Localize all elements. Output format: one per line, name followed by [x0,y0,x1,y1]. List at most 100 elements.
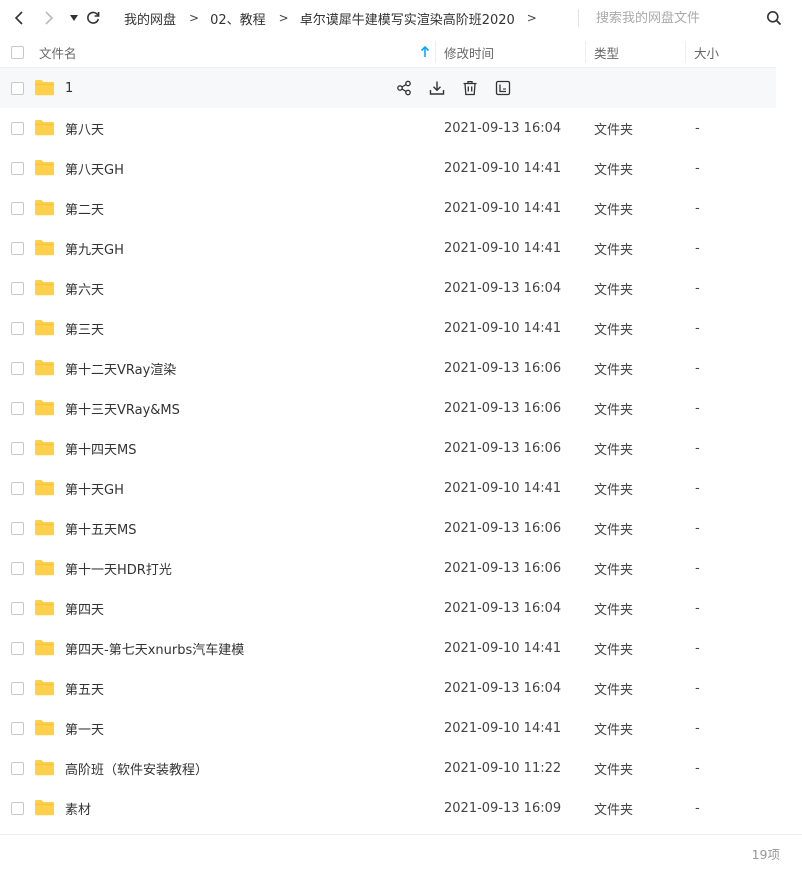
modified-time: 2021-09-10 14:41 [444,640,562,656]
file-row[interactable]: 第六天 2021-09-13 16:04 文件夹 - [0,268,776,308]
row-checkbox[interactable] [11,362,24,375]
folder-icon [35,800,54,816]
file-name[interactable]: 第六天 [65,268,104,308]
file-row[interactable]: 1 [0,68,776,108]
file-name[interactable]: 第九天GH [65,228,124,268]
file-name[interactable]: 第八天GH [65,148,124,188]
file-row[interactable]: 第八天GH 2021-09-10 14:41 文件夹 - [0,148,776,188]
breadcrumb-item-root[interactable]: 我的网盘 [124,9,176,28]
column-divider[interactable] [685,41,686,63]
file-row[interactable]: 第五天 2021-09-13 16:04 文件夹 - [0,668,776,708]
file-name[interactable]: 第八天 [65,108,104,148]
row-checkbox[interactable] [11,162,24,175]
file-row[interactable]: 第八天 2021-09-13 16:04 文件夹 - [0,108,776,148]
file-row[interactable]: 第二天 2021-09-10 14:41 文件夹 - [0,188,776,228]
file-name[interactable]: 第十二天VRay渲染 [65,348,176,388]
file-row[interactable]: 第十三天VRay&MS 2021-09-13 16:06 文件夹 - [0,388,776,428]
row-checkbox[interactable] [11,402,24,415]
row-checkbox[interactable] [11,802,24,815]
row-checkbox[interactable] [11,442,24,455]
file-name[interactable]: 1 [65,68,73,108]
row-checkbox[interactable] [11,602,24,615]
breadcrumb-separator[interactable]: > [527,11,537,25]
row-action-bar [394,78,526,98]
row-checkbox[interactable] [11,642,24,655]
file-row[interactable]: 第九天GH 2021-09-10 14:41 文件夹 - [0,228,776,268]
row-checkbox[interactable] [11,522,24,535]
row-checkbox[interactable] [11,482,24,495]
column-header-name[interactable]: 文件名 [39,36,77,68]
row-checkbox[interactable] [11,762,24,775]
file-name[interactable]: 素材 [65,788,91,828]
file-name[interactable]: 第十四天MS [65,428,136,468]
folder-icon [35,360,54,376]
search-input[interactable] [596,10,756,26]
file-row[interactable]: 第十二天VRay渲染 2021-09-13 16:06 文件夹 - [0,348,776,388]
file-row[interactable]: 第十天GH 2021-09-10 14:41 文件夹 - [0,468,776,508]
file-name[interactable]: 第四天-第七天xnurbs汽车建模 [65,628,244,668]
delete-button[interactable] [460,78,480,98]
forward-button[interactable] [40,8,58,28]
file-type: 文件夹 [594,762,634,778]
column-divider[interactable] [585,41,586,63]
row-checkbox[interactable] [11,682,24,695]
file-name[interactable]: 第五天 [65,668,104,708]
share-button[interactable] [394,78,414,98]
file-size: - [695,640,700,656]
modified-time: 2021-09-13 16:06 [444,360,562,376]
history-dropdown-button[interactable] [65,8,83,28]
search-box [596,0,786,36]
file-row[interactable]: 第一天 2021-09-10 14:41 文件夹 - [0,708,776,748]
row-checkbox[interactable] [11,562,24,575]
scrollbar-track[interactable] [776,36,802,834]
file-type: 文件夹 [594,562,634,578]
column-header-modified[interactable]: 修改时间 [444,36,494,68]
row-checkbox[interactable] [11,242,24,255]
rename-button[interactable] [493,78,513,98]
file-row[interactable]: 高阶班（软件安装教程） 2021-09-10 11:22 文件夹 - [0,748,776,788]
file-name[interactable]: 第十天GH [65,468,124,508]
file-type: 文件夹 [594,322,634,338]
modified-time: 2021-09-10 11:22 [444,760,562,776]
chevron-right-icon [45,11,54,25]
search-icon[interactable] [766,10,782,26]
file-row[interactable]: 第三天 2021-09-10 14:41 文件夹 - [0,308,776,348]
row-checkbox[interactable] [11,82,24,95]
file-row[interactable]: 第十一天HDR打光 2021-09-13 16:06 文件夹 - [0,548,776,588]
column-divider[interactable] [435,41,436,63]
row-checkbox[interactable] [11,722,24,735]
refresh-button[interactable] [84,8,102,28]
breadcrumb-item-current[interactable]: 卓尔谟犀牛建模写实渲染高阶班2020 [300,9,515,28]
file-row[interactable]: 素材 2021-09-13 16:09 文件夹 - [0,788,776,828]
file-name[interactable]: 第二天 [65,188,104,228]
file-name[interactable]: 第三天 [65,308,104,348]
row-checkbox[interactable] [11,322,24,335]
file-type: 文件夹 [594,122,634,138]
download-button[interactable] [427,78,447,98]
column-header-size[interactable]: 大小 [694,36,719,68]
item-count: 19项 [751,846,780,862]
file-name[interactable]: 第四天 [65,588,104,628]
row-checkbox[interactable] [11,202,24,215]
file-name[interactable]: 第十一天HDR打光 [65,548,172,588]
back-button[interactable] [10,8,28,28]
file-name[interactable]: 第一天 [65,708,104,748]
select-all-checkbox[interactable] [11,45,24,59]
folder-icon [35,120,54,136]
column-header-type[interactable]: 类型 [594,36,619,68]
file-name[interactable]: 高阶班（软件安装教程） [65,748,208,788]
row-checkbox[interactable] [11,122,24,135]
file-name[interactable]: 第十三天VRay&MS [65,388,180,428]
file-row[interactable]: 第十四天MS 2021-09-13 16:06 文件夹 - [0,428,776,468]
file-row[interactable]: 第四天 2021-09-13 16:04 文件夹 - [0,588,776,628]
row-checkbox[interactable] [11,282,24,295]
breadcrumb-item-tutorials[interactable]: 02、教程 [210,9,266,28]
sort-ascending-button[interactable] [420,36,430,68]
file-row[interactable]: 第十五天MS 2021-09-13 16:06 文件夹 - [0,508,776,548]
file-type: 文件夹 [594,722,634,738]
file-name[interactable]: 第十五天MS [65,508,136,548]
file-row[interactable]: 第四天-第七天xnurbs汽车建模 2021-09-10 14:41 文件夹 - [0,628,776,668]
file-type: 文件夹 [594,602,634,618]
modified-time: 2021-09-10 14:41 [444,240,562,256]
file-list-header: 文件名 修改时间 类型 大小 [0,36,776,68]
